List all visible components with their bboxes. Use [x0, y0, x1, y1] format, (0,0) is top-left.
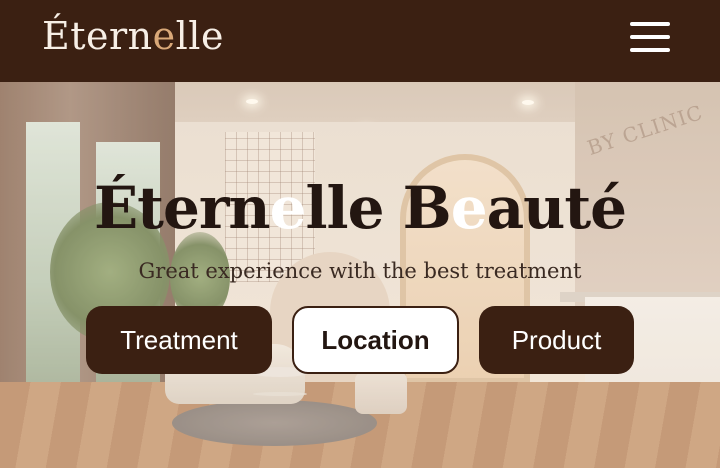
logo-text-end: lle	[175, 14, 224, 58]
product-button[interactable]: Product	[479, 306, 634, 374]
menu-bar-bottom	[630, 48, 670, 52]
menu-bar-top	[630, 22, 670, 26]
hero-title-highlight: e	[269, 174, 307, 242]
hero-title-part: Étern	[93, 174, 271, 242]
logo-text-start: Étern	[42, 14, 153, 58]
hero-title-part: lle B	[305, 174, 452, 242]
hero-title-part: auté	[486, 174, 627, 242]
hamburger-menu-icon[interactable]	[626, 20, 672, 54]
top-navbar: Éternelle	[0, 0, 720, 82]
treatment-button[interactable]: Treatment	[86, 306, 272, 374]
logo-text-accent: e	[152, 14, 176, 58]
hero-subtitle: Great experience with the best treatment	[138, 259, 582, 283]
hero-title-highlight: e	[450, 174, 488, 242]
site-logo[interactable]: Éternelle	[42, 12, 224, 60]
hero-title: Éternelle Beauté	[0, 172, 720, 244]
location-button[interactable]: Location	[292, 306, 459, 374]
menu-bar-middle	[630, 35, 670, 39]
